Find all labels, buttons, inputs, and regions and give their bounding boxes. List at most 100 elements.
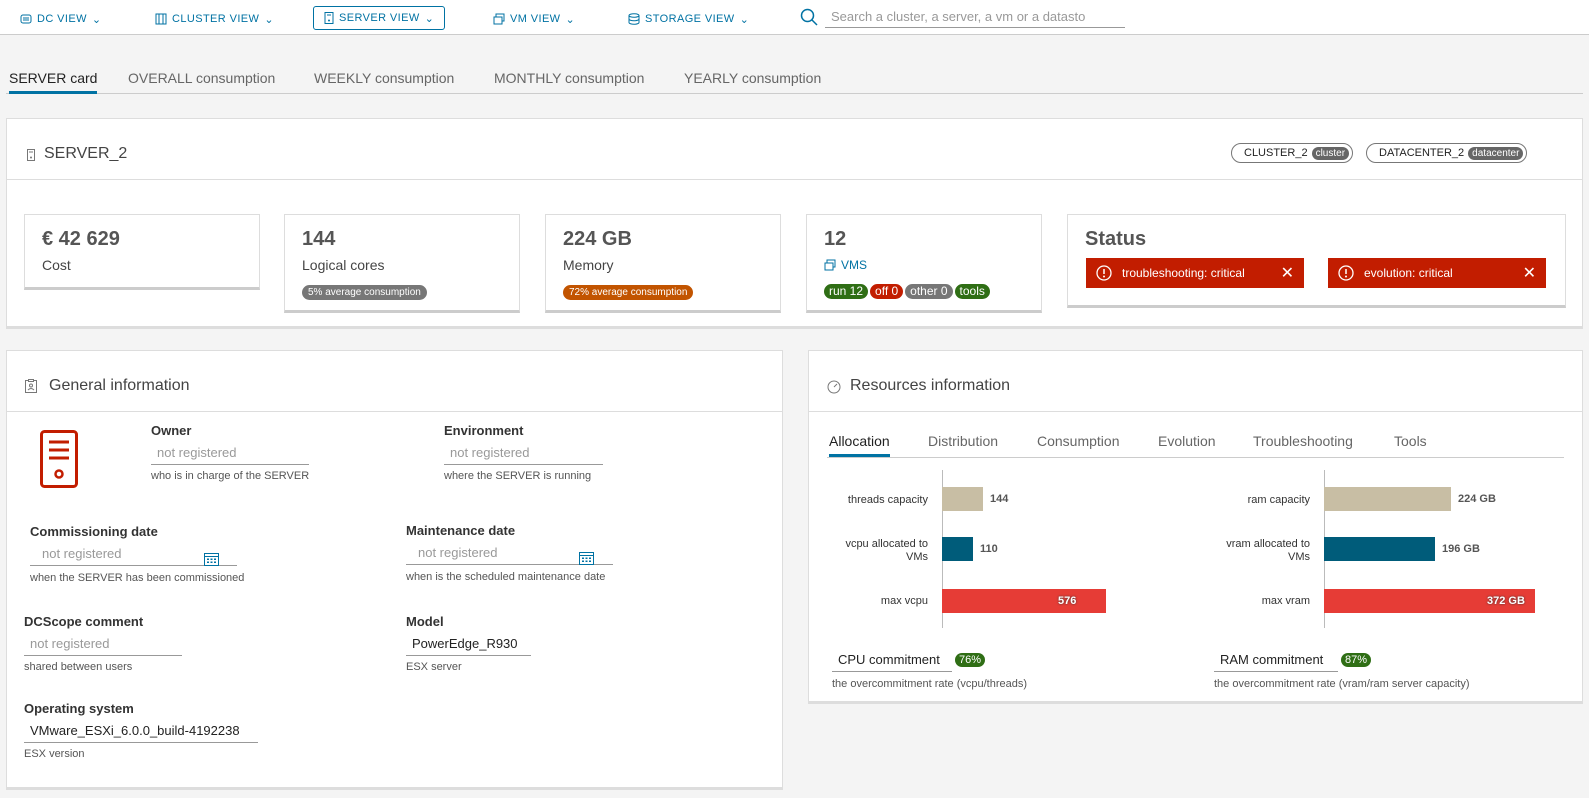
tab-tools[interactable]: Tools — [1394, 433, 1427, 457]
clipboard-icon — [25, 379, 37, 393]
evolution-alert: evolution: critical ✕ — [1328, 258, 1546, 288]
cpu-row-label: max vcpu — [880, 595, 928, 607]
nav-server-view[interactable]: SERVER VIEW ⌄ — [313, 6, 446, 30]
ram-bar-value: 372 GB — [1487, 595, 1525, 607]
calendar-icon[interactable] — [579, 551, 594, 565]
chevron-down-icon: ⌄ — [91, 13, 102, 26]
memory-card: 224 GB Memory 72% average consumption — [545, 214, 781, 313]
cpu-commitment-field: CPU commitment — [832, 650, 952, 672]
vms-run-tag: run 12 — [824, 284, 869, 299]
datacenter-chip[interactable]: DATACENTER_2 datacenter — [1366, 143, 1528, 163]
os-field[interactable]: VMware_ESXi_6.0.0_build-4192238 — [24, 721, 258, 743]
cpu-bar — [942, 537, 973, 561]
chevron-down-icon: ⌄ — [264, 13, 274, 26]
ram-row-label: vram allocated to VMs — [1226, 538, 1310, 563]
cpu-row-label: threads capacity — [847, 494, 928, 506]
tab-server-card[interactable]: SERVER card — [9, 70, 98, 94]
panel-divider — [7, 179, 1582, 180]
cost-value: € 42 629 — [42, 228, 120, 250]
datacenter-name: DATACENTER_2 — [1379, 147, 1465, 159]
server-large-icon — [40, 430, 78, 488]
nav-label: STORAGE VIEW — [645, 13, 735, 25]
cpu-commitment-help: the overcommitment rate (vcpu/threads) — [832, 678, 1028, 690]
owner-field[interactable]: not registered — [151, 443, 309, 465]
alert-text: evolution: critical — [1364, 266, 1453, 280]
datacenter-icon — [20, 14, 32, 24]
chevron-down-icon: ⌄ — [565, 13, 576, 26]
nav-label: VM VIEW — [510, 13, 561, 25]
vms-card: 12 VMS run 12 off 0 other 0 tools — [806, 214, 1042, 313]
gauge-icon — [827, 380, 841, 394]
cpu-row-label: vcpu allocated to VMs — [845, 538, 928, 563]
tab-allocation[interactable]: Allocation — [829, 433, 890, 457]
environment-field[interactable]: not registered — [444, 443, 603, 465]
owner-help: who is in charge of the SERVER — [151, 470, 310, 482]
panel-divider — [7, 411, 782, 412]
close-icon[interactable]: ✕ — [1523, 263, 1536, 283]
cpu-bar-value: 144 — [990, 493, 1009, 505]
memory-value: 224 GB — [563, 228, 632, 250]
tab-monthly-consumption[interactable]: MONTHLY consumption — [494, 70, 644, 94]
vm-icon — [824, 259, 836, 271]
server-icon — [27, 149, 35, 161]
alert-text: troubleshooting: critical — [1122, 266, 1245, 280]
cluster-icon — [155, 13, 167, 25]
cluster-badge: cluster — [1311, 146, 1350, 160]
ram-commitment-badge: 87% — [1341, 653, 1372, 667]
maintenance-date-label: Maintenance date — [406, 523, 516, 538]
vms-link[interactable]: VMS — [824, 258, 867, 272]
nav-storage-view[interactable]: STORAGE VIEW ⌄ — [628, 8, 749, 30]
error-icon — [1338, 265, 1354, 281]
model-field[interactable]: PowerEdge_R930 — [406, 634, 531, 656]
close-icon[interactable]: ✕ — [1281, 263, 1294, 283]
owner-label: Owner — [151, 423, 192, 438]
ram-row-label: max vram — [1261, 595, 1310, 607]
tab-distribution[interactable]: Distribution — [928, 433, 998, 457]
datacenter-badge: datacenter — [1468, 146, 1524, 160]
cpu-bar-value: 576 — [1058, 595, 1077, 607]
tab-consumption[interactable]: Consumption — [1037, 433, 1120, 457]
search-input[interactable] — [825, 5, 1125, 28]
ram-commitment-help: the overcommitment rate (vram/ram server… — [1214, 678, 1470, 690]
nav-vm-view[interactable]: VM VIEW ⌄ — [493, 8, 575, 30]
tab-yearly-consumption[interactable]: YEARLY consumption — [684, 70, 821, 94]
cpu-commitment-label: CPU commitment — [838, 652, 940, 667]
tab-evolution[interactable]: Evolution — [1158, 433, 1216, 457]
tab-weekly-consumption[interactable]: WEEKLY consumption — [314, 70, 454, 94]
cores-consumption-pill: 5% average consumption — [302, 285, 427, 300]
status-title: Status — [1085, 228, 1147, 250]
nav-label: DC VIEW — [37, 13, 87, 25]
general-info-title: General information — [49, 377, 190, 394]
resource-tabs-underline — [827, 457, 1564, 458]
cost-card: € 42 629 Cost — [24, 214, 260, 290]
memory-label: Memory — [563, 257, 614, 273]
top-navigation: DC VIEW ⌄ CLUSTER VIEW ⌄ SERVER VIEW ⌄ V… — [0, 0, 1589, 35]
comment-field[interactable]: not registered — [24, 634, 182, 656]
search-box — [800, 5, 1130, 29]
nav-label: CLUSTER VIEW — [172, 13, 260, 25]
comment-label: DCScope comment — [24, 614, 144, 629]
tab-overall-consumption[interactable]: OVERALL consumption — [128, 70, 275, 94]
cluster-chip[interactable]: CLUSTER_2 cluster — [1231, 143, 1354, 163]
search-icon[interactable] — [800, 8, 818, 26]
maintenance-date-help: when is the scheduled maintenance date — [406, 571, 606, 583]
environment-help: where the SERVER is running — [444, 470, 592, 482]
tab-troubleshooting[interactable]: Troubleshooting — [1253, 433, 1353, 457]
model-help: ESX server — [406, 661, 462, 673]
nav-cluster-view[interactable]: CLUSTER VIEW ⌄ — [155, 8, 274, 30]
cpu-commitment-badge: 76% — [955, 653, 986, 667]
comment-help: shared between users — [24, 661, 133, 673]
vm-icon — [493, 13, 505, 25]
calendar-icon[interactable] — [204, 552, 219, 566]
nav-dc-view[interactable]: DC VIEW ⌄ — [20, 8, 101, 30]
ram-commitment-label: RAM commitment — [1220, 652, 1324, 667]
ram-bar — [1324, 537, 1435, 561]
panel-divider — [809, 411, 1582, 412]
resources-title: Resources information — [850, 377, 1011, 394]
storage-icon — [628, 13, 640, 25]
commissioning-date-help: when the SERVER has been commissioned — [30, 572, 245, 584]
cpu-bar — [942, 589, 1106, 613]
cores-label: Logical cores — [302, 257, 385, 273]
vms-value: 12 — [824, 228, 847, 250]
vms-label: VMS — [841, 258, 868, 272]
